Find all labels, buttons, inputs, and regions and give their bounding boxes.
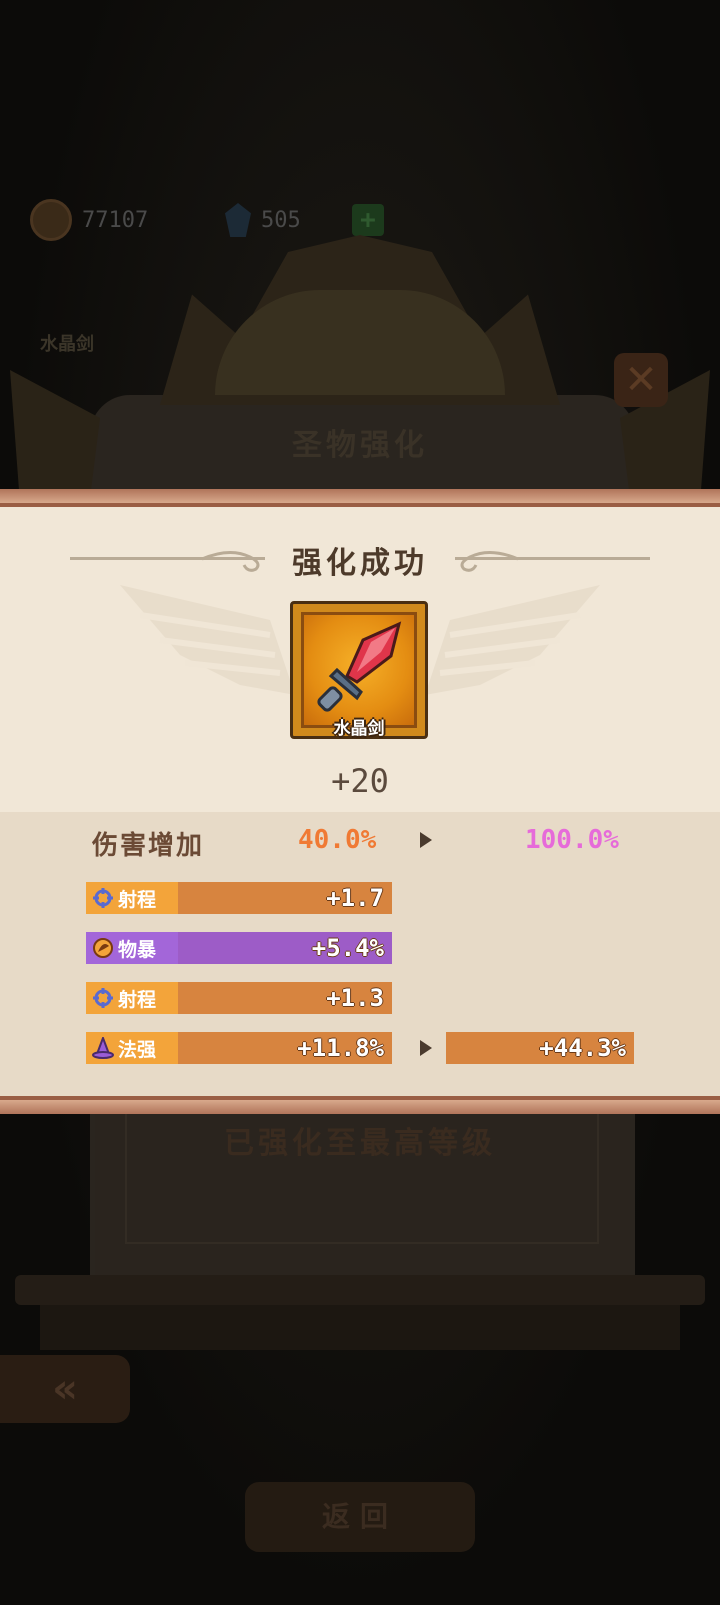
stat-new-value: +44.3% (446, 1032, 634, 1064)
stat-row-range-1: 射程 +1.7 (86, 882, 392, 914)
gem-value: 505 (261, 207, 301, 233)
damage-new-value: 100.0% (525, 825, 619, 855)
coin-icon (30, 199, 72, 241)
background-item-name: 水晶剑 (40, 334, 94, 355)
item-card: 水晶剑 (290, 601, 428, 739)
item-card-name: 水晶剑 (333, 719, 385, 739)
wizard-hat-icon (92, 1037, 114, 1059)
banner-top-border (0, 489, 720, 503)
gem-counter: 505 (225, 200, 301, 240)
close-icon: ✕ (624, 357, 658, 403)
close-button[interactable]: ✕ (614, 353, 668, 407)
stat-label: 射程 (118, 888, 157, 911)
return-button[interactable]: 返回 (245, 1482, 475, 1552)
arrow-right-icon (420, 832, 432, 848)
back-arrow-icon: « (52, 1366, 78, 1412)
add-gems-button[interactable]: + (352, 200, 384, 240)
damage-old-value: 40.0% (298, 825, 377, 855)
coin-counter: 77107 (30, 199, 149, 241)
crit-icon (93, 938, 113, 958)
enhance-level: +20 (331, 762, 389, 800)
back-button[interactable]: « (0, 1355, 130, 1423)
stat-row-range-2: 射程 +1.3 (86, 982, 392, 1014)
arrow-right-icon (420, 1040, 432, 1056)
panel-ledge (15, 1275, 705, 1305)
stat-label: 射程 (118, 988, 157, 1011)
panel-title: 圣物强化 (292, 428, 428, 463)
banner-bottom-border (0, 1100, 720, 1114)
stat-label: 物暴 (118, 938, 157, 961)
stat-label: 法强 (118, 1038, 157, 1061)
crystal-sword-icon (317, 621, 402, 712)
stat-row-crit: 物暴 +5.4% (86, 932, 392, 964)
plus-icon: + (352, 204, 384, 236)
crosshair-icon (93, 888, 113, 908)
gem-icon (225, 203, 251, 237)
stat-row-magic: 法强 +11.8% (86, 1032, 392, 1064)
panel-base (40, 1305, 680, 1350)
damage-label: 伤害增加 (92, 831, 205, 861)
coin-value: 77107 (82, 207, 149, 233)
success-title: 强化成功 (292, 546, 428, 581)
stat-value: +5.4% (178, 932, 392, 964)
stat-value: +1.3 (178, 982, 392, 1014)
stat-value: +11.8% (178, 1032, 392, 1064)
crosshair-icon (93, 988, 113, 1008)
stat-value: +1.7 (178, 882, 392, 914)
max-level-text: 已强化至最高等级 (224, 1126, 496, 1161)
banner-top-line (0, 503, 720, 507)
